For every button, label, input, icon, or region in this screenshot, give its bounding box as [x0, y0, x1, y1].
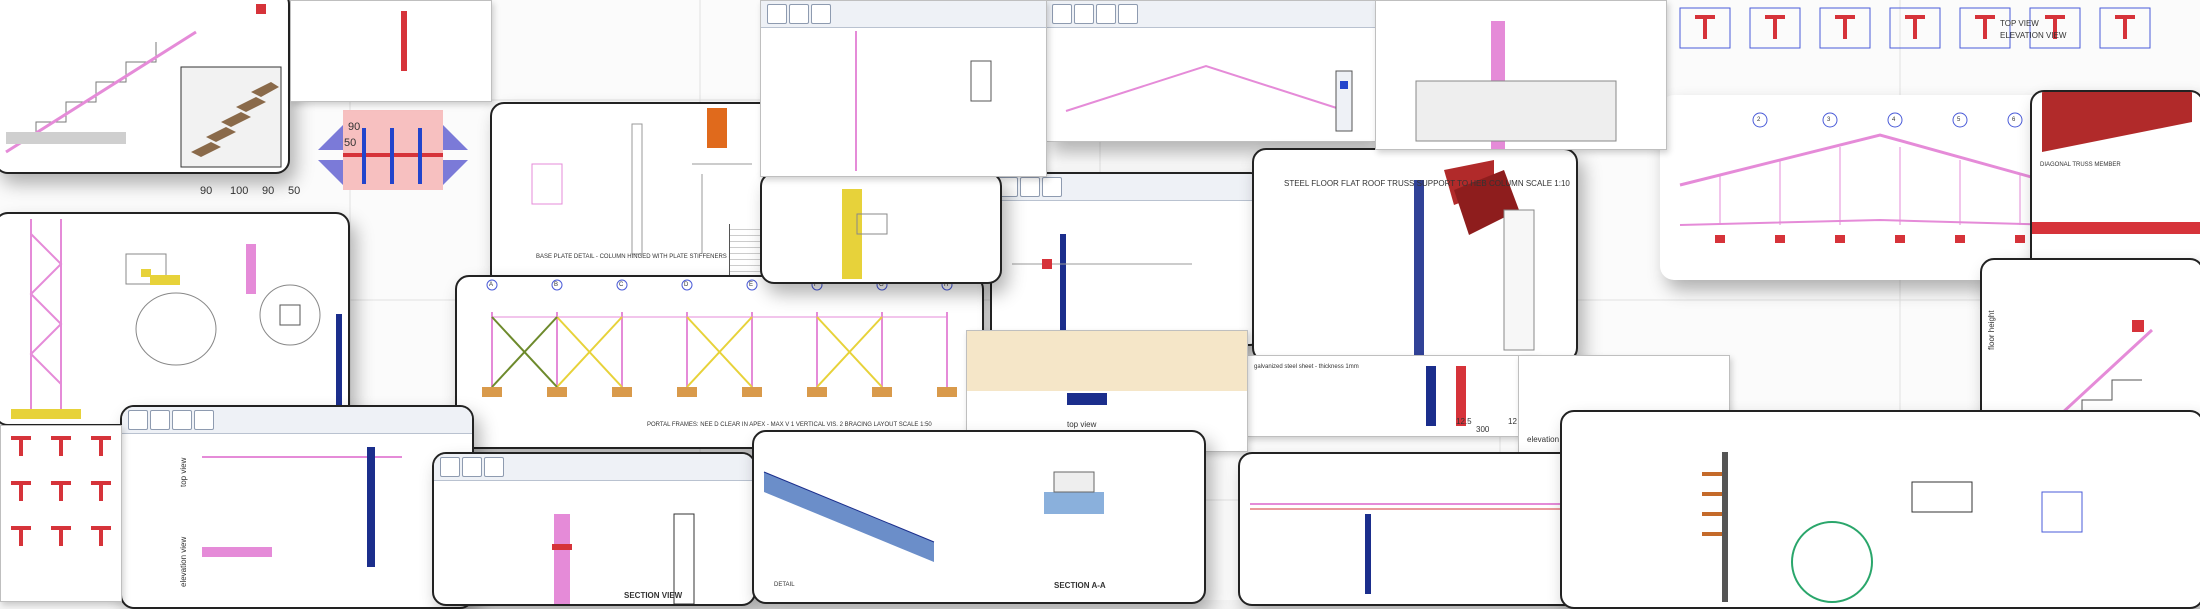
spiral-stair-drawing — [1702, 452, 2083, 603]
bottom-left-cad-drawing — [202, 447, 402, 567]
sheet-roof-purlin-detail[interactable]: DETAIL SECTION A-A — [752, 430, 1206, 604]
sheet-yellow-column-window[interactable] — [760, 172, 1002, 284]
dim-300: 300 — [1476, 425, 1490, 434]
sheet-dimensions-row: 90 100 90 50 — [0, 180, 350, 210]
truss-support-note: STEEL FLOOR FLAT ROOF TRUSS SUPPORT TO H… — [1284, 179, 1570, 188]
sheet-steel-floor-truss[interactable]: STEEL FLOOR FLAT ROOF TRUSS SUPPORT TO H… — [1252, 148, 1578, 362]
dim-50-b: 50 — [288, 185, 301, 197]
column-connection-top-drawing — [401, 11, 407, 71]
truss-support-drawing — [1012, 234, 1192, 334]
top-view-left: top view — [179, 457, 188, 487]
ibeam-grid-drawing — [11, 436, 111, 546]
floor-elevation-drawing — [1250, 503, 1600, 594]
grid-4: 4 — [1892, 117, 1896, 123]
section-aa-label: SECTION A-A — [1054, 581, 1106, 590]
stair-drawing — [5, 4, 282, 168]
sheet-spiral-stair[interactable] — [1560, 410, 2200, 609]
sheet-section-view-window[interactable]: SECTION VIEW — [432, 452, 756, 606]
grid-5: 5 — [1957, 117, 1961, 123]
dim-12: 12 — [1508, 417, 1517, 426]
sheet-floor-elevation[interactable] — [1238, 452, 1612, 606]
roof-purlin-drawing — [763, 471, 1104, 562]
top-middle-drawing — [855, 31, 992, 171]
sheet-base-plate-detail[interactable]: BASE PLATE DETAIL - COLUMN HINGED WITH P… — [490, 102, 774, 288]
sheet-cad-window-ridge[interactable] — [1045, 0, 1377, 142]
grid-E: E — [749, 282, 754, 288]
detail-label: DETAIL — [774, 582, 795, 588]
grid-D: D — [684, 282, 689, 288]
grid-A: A — [489, 282, 494, 288]
sheet-galvanized-section[interactable]: galvanized steel sheet - thickness 1mm 1… — [1245, 355, 1537, 437]
elevation-view-left: elevation view — [179, 536, 188, 587]
floor-height-label: floor height — [1987, 310, 1996, 350]
sheet-column-section-top-right[interactable] — [1375, 0, 1667, 150]
diagonal-truss-note: DIAGONAL TRUSS MEMBER — [2040, 162, 2121, 168]
sheet-portal-frame-bracing[interactable]: A B C D E F G H PORTAL FRAMES: NEE D CLE… — [455, 275, 984, 449]
connection-details-drawing — [150, 275, 321, 346]
sheet-stair-detail[interactable] — [0, 0, 290, 174]
dim-50: 50 — [344, 137, 357, 149]
column-base-note: BASE PLATE DETAIL - COLUMN HINGED WITH P… — [536, 254, 762, 260]
dim-90-b: 90 — [200, 185, 213, 197]
sheet-truss-support-window[interactable] — [990, 172, 1264, 346]
grid-C: C — [619, 282, 624, 288]
section-thumbnails — [1679, 7, 2151, 49]
elevation-caps-label: ELEVATION VIEW — [2000, 31, 2067, 40]
yellow-column-drawing — [842, 189, 888, 279]
galvanized-note: galvanized steel sheet - thickness 1mm — [1254, 364, 1359, 370]
dim-100: 100 — [230, 185, 249, 197]
sheet-section-thumbnails[interactable] — [1670, 0, 2200, 100]
grid-3: 3 — [1827, 117, 1831, 123]
section-view-drawing — [552, 513, 695, 604]
sheet-column-connection-top[interactable] — [290, 0, 492, 102]
grid-6: 6 — [2012, 117, 2016, 123]
sheet-ibeam-grid[interactable] — [0, 425, 122, 602]
dim-90-c: 90 — [262, 185, 275, 197]
grid-2: 2 — [1757, 117, 1761, 123]
diagonal-truss-drawing — [2032, 92, 2200, 234]
section-view-label: SECTION VIEW — [624, 591, 683, 600]
portal-frame-note: PORTAL FRAMES: NEE D CLEAR IN APEX - MAX… — [647, 422, 932, 428]
dim-12-5: 12.5 — [1456, 417, 1472, 426]
sheet-connection-details[interactable] — [110, 215, 350, 395]
sheet-top-middle[interactable] — [760, 0, 1047, 177]
column-section-top-right-drawing — [1415, 21, 1617, 149]
flat-top-label: TOP VIEW — [2000, 19, 2039, 28]
sheet-diagonal-truss[interactable]: DIAGONAL TRUSS MEMBER — [2030, 90, 2200, 274]
ridge-frame-drawing — [1065, 64, 1353, 132]
top-view-mid: top view — [1067, 420, 1097, 429]
grid-B: B — [554, 282, 559, 288]
sheet-cad-window-bottom-left[interactable]: top view elevation view — [120, 405, 474, 609]
dim-90-a: 90 — [348, 121, 361, 133]
